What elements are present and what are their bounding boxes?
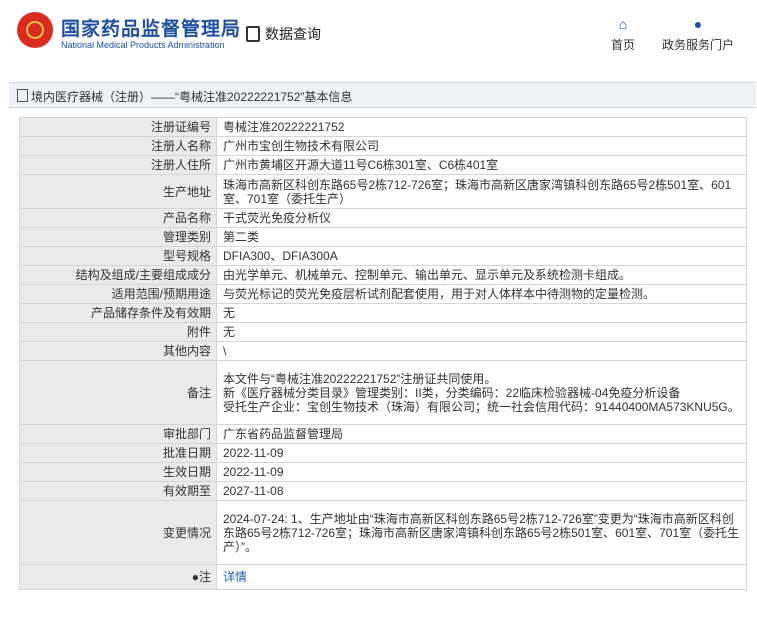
table-row: 变更情况 2024-07-24: 1、生产地址由“珠海市高新区科创东路65号2栋7… xyxy=(19,500,747,565)
field-label: 备注 xyxy=(19,360,217,425)
field-value: 第二类 xyxy=(216,227,747,247)
data-query-link[interactable]: 数据查询 xyxy=(246,24,321,44)
table-row: 审批部门 广东省药品监督管理局 xyxy=(19,424,747,444)
field-value: 2022-11-09 xyxy=(216,462,747,482)
field-value: 2022-11-09 xyxy=(216,443,747,463)
table-row: 产品储存条件及有效期无 xyxy=(19,303,747,323)
table-row: 注册证编号 粤械注准20222221752 xyxy=(19,117,747,137)
field-label: 附件 xyxy=(19,322,217,342)
field-value: 广东省药品监督管理局 xyxy=(216,424,747,444)
field-label: 生产地址 xyxy=(19,174,217,209)
nav-home-label: 首页 xyxy=(610,38,635,52)
field-label: 有效期至 xyxy=(19,481,217,501)
remark-line: 本文件与“粤械注准20222221752”注册证共同使用。 xyxy=(223,371,497,386)
table-row: 生效日期 2022-11-09 xyxy=(19,462,747,482)
field-label: 管理类别 xyxy=(19,227,217,247)
note-value-cell: 详情 xyxy=(216,564,747,590)
field-value: \ xyxy=(216,341,747,361)
table-row: 适用范围/预期用途 与荧光标记的荧光免疫层析试剂配套使用，用于对人体样本中待测物的… xyxy=(19,284,747,304)
table-row: 附件无 xyxy=(19,322,747,342)
nav-service-portal[interactable]: ● 政务服务门户 xyxy=(660,17,736,53)
remark-line: 新《医疗器械分类目录》管理类别：II类，分类编码：22临床检验器械-04免疫分析… xyxy=(223,385,681,400)
breadcrumb: 境内医疗器械（注册）——“粤械注准20222221752”基本信息 xyxy=(17,88,352,105)
field-value: 无 xyxy=(216,303,747,323)
field-label: 产品储存条件及有效期 xyxy=(19,303,217,323)
field-label: 生效日期 xyxy=(19,462,217,482)
table-row: 有效期至 2027-11-08 xyxy=(19,481,747,501)
field-value: 广州市宝创生物技术有限公司 xyxy=(216,136,747,156)
field-value: 由光学单元、机械单元、控制单元、输出单元、显示单元及系统检测卡组成。 xyxy=(216,265,747,285)
document-icon xyxy=(17,89,28,102)
field-label: 产品名称 xyxy=(19,208,217,228)
field-value: 珠海市高新区科创东路65号2栋712-726室；珠海市高新区唐家湾镇科创东路65… xyxy=(216,174,747,209)
field-label: 注册人名称 xyxy=(19,136,217,156)
table-row: 产品名称 干式荧光免疫分析仪 xyxy=(19,208,747,228)
site-header: 国家药品监督管理局 National Medical Products Admi… xyxy=(0,0,757,66)
table-row: 批准日期 2022-11-09 xyxy=(19,443,747,463)
field-value: DFIA300、DFIA300A xyxy=(216,246,747,266)
field-label: 型号规格 xyxy=(19,246,217,266)
field-value: 无 xyxy=(216,322,747,342)
table-row: ●注 详情 xyxy=(19,564,747,590)
field-label: 其他内容 xyxy=(19,341,217,361)
device-info-table: 注册证编号 粤械注准20222221752 注册人名称 广州市宝创生物技术有限公司 … xyxy=(19,117,747,590)
table-row: 型号规格 DFIA300、DFIA300A xyxy=(19,246,747,266)
field-label: 适用范围/预期用途 xyxy=(19,284,217,304)
table-row: 其他内容 \ xyxy=(19,341,747,361)
field-value: 干式荧光免疫分析仪 xyxy=(216,208,747,228)
table-row: 备注 本文件与“粤械注准20222221752”注册证共同使用。 新《医疗器械分… xyxy=(19,360,747,425)
table-row: 注册人住所 广州市黄埔区开源大道11号C6栋301室、C6栋401室 xyxy=(19,155,747,175)
nav-service-portal-label: 政务服务门户 xyxy=(661,38,734,52)
remark-line: 受托生产企业：宝创生物技术（珠海）有限公司；统一社会信用代码：91440400M… xyxy=(223,399,740,414)
details-link[interactable]: 详情 xyxy=(223,570,247,584)
lightbulb-icon: ● xyxy=(191,570,199,584)
field-label: 变更情况 xyxy=(19,500,217,565)
home-icon: ⌂ xyxy=(618,16,628,32)
field-value: 粤械注准20222221752 xyxy=(216,117,747,137)
remarks-value: 本文件与“粤械注准20222221752”注册证共同使用。 新《医疗器械分类目录… xyxy=(216,360,747,425)
table-row: 注册人名称 广州市宝创生物技术有限公司 xyxy=(19,136,747,156)
field-value: 2024-07-24: 1、生产地址由“珠海市高新区科创东路65号2栋712-7… xyxy=(216,500,747,565)
org-name-cn: 国家药品监督管理局 xyxy=(61,19,242,40)
note-label-cell: ●注 xyxy=(19,564,217,590)
field-label: 审批部门 xyxy=(19,424,217,444)
field-label: 注册人住所 xyxy=(19,155,217,175)
field-label: 注 xyxy=(198,570,211,584)
field-value: 2027-11-08 xyxy=(216,481,747,501)
field-label: 批准日期 xyxy=(19,443,217,463)
user-icon: ● xyxy=(693,16,703,32)
field-value: 与荧光标记的荧光免疫层析试剂配套使用，用于对人体样本中待测物的定量检测。 xyxy=(216,284,747,304)
field-label: 注册证编号 xyxy=(19,117,217,137)
nav-home[interactable]: ⌂ 首页 xyxy=(608,17,638,53)
org-name-en: National Medical Products Administration xyxy=(61,40,225,50)
table-row: 生产地址 珠海市高新区科创东路65号2栋712-726室；珠海市高新区唐家湾镇科创… xyxy=(19,174,747,209)
table-row: 管理类别 第二类 xyxy=(19,227,747,247)
national-emblem-logo xyxy=(17,12,53,48)
field-label: 结构及组成/主要组成成分 xyxy=(19,265,217,285)
breadcrumb-text: 境内医疗器械（注册）——“粤械注准20222221752”基本信息 xyxy=(31,90,353,104)
breadcrumb-bar: 境内医疗器械（注册）——“粤械注准20222221752”基本信息 xyxy=(9,82,756,108)
search-document-icon xyxy=(246,26,260,42)
data-query-label: 数据查询 xyxy=(265,26,321,42)
field-value: 广州市黄埔区开源大道11号C6栋301室、C6栋401室 xyxy=(216,155,747,175)
table-row: 结构及组成/主要组成成分 由光学单元、机械单元、控制单元、输出单元、显示单元及系统… xyxy=(19,265,747,285)
